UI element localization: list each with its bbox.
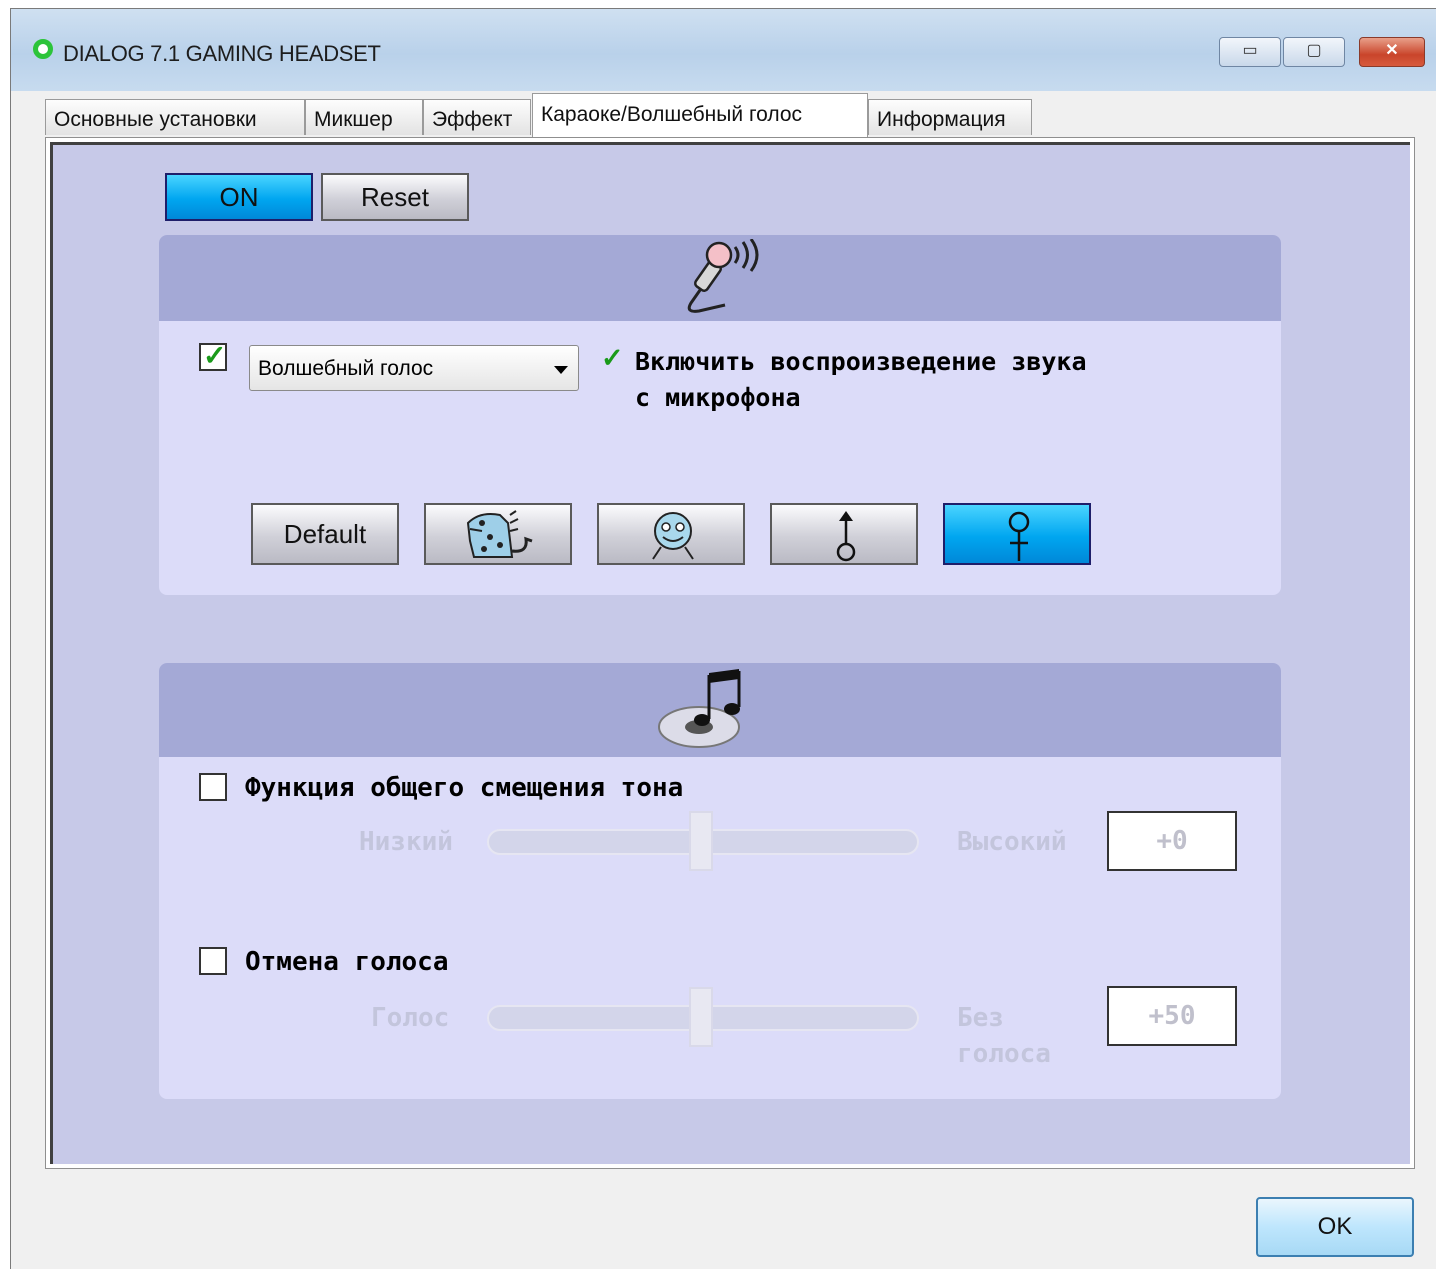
microphone-icon xyxy=(687,239,759,313)
karaoke-panel: ON Reset ✓ Волшебный голос ✓ Включить во… xyxy=(50,142,1410,1164)
playback-check-icon[interactable]: ✓ xyxy=(601,343,624,374)
pitch-high-label: Высокий xyxy=(957,827,1067,857)
karaoke-group: Функция общего смещения тона Низкий Высо… xyxy=(159,663,1281,1099)
tab-panel: ON Reset ✓ Волшебный голос ✓ Включить во… xyxy=(45,137,1415,1169)
reset-button[interactable]: Reset xyxy=(321,173,469,221)
cartoon-face-icon xyxy=(652,512,694,560)
pitch-slider-thumb[interactable] xyxy=(689,811,713,871)
vocal-slider-thumb[interactable] xyxy=(689,987,713,1047)
chevron-down-icon xyxy=(554,366,568,374)
magic-voice-header xyxy=(159,235,1281,321)
playback-label-line2[interactable]: с микрофона xyxy=(635,383,801,412)
minimize-button[interactable]: ▭ xyxy=(1219,37,1281,67)
playback-label-line1[interactable]: Включить воспроизведение звука xyxy=(635,347,1087,376)
pitch-shift-label[interactable]: Функция общего смещения тона xyxy=(245,773,683,803)
monster-icon xyxy=(466,510,533,558)
maximize-button[interactable]: ▢ xyxy=(1283,37,1345,67)
preset-monster-button[interactable] xyxy=(424,503,572,565)
voice-mode-select[interactable]: Волшебный голос xyxy=(249,345,579,391)
vocal-cancel-label[interactable]: Отмена голоса xyxy=(245,947,449,977)
karaoke-header xyxy=(159,663,1281,757)
close-button[interactable]: ✕ xyxy=(1359,37,1425,67)
preset-male-button[interactable] xyxy=(770,503,918,565)
preset-female-button[interactable] xyxy=(943,503,1091,565)
vocal-cancel-checkbox[interactable] xyxy=(199,947,227,975)
tab-basic-settings[interactable]: Основные установки xyxy=(45,99,305,135)
music-disc-icon xyxy=(658,669,741,748)
window-title: DIALOG 7.1 GAMING HEADSET xyxy=(63,41,381,66)
preset-cartoon-button[interactable] xyxy=(597,503,745,565)
tab-information[interactable]: Информация xyxy=(868,99,1032,135)
on-button[interactable]: ON xyxy=(165,173,313,221)
app-window: DIALOG 7.1 GAMING HEADSET ▭ ▢ ✕ Основные… xyxy=(10,8,1436,1269)
app-logo-icon xyxy=(33,39,53,59)
male-symbol-icon xyxy=(836,511,856,562)
ok-button[interactable]: OK xyxy=(1256,1197,1414,1257)
tab-mixer[interactable]: Микшер xyxy=(305,99,423,135)
vocal-low-label: Голос xyxy=(371,1003,450,1033)
tab-karaoke-magic-voice[interactable]: Караоке/Волшебный голос xyxy=(532,93,868,137)
title-bar[interactable]: DIALOG 7.1 GAMING HEADSET ▭ ▢ ✕ xyxy=(11,9,1436,91)
vocal-high-label-line1: Без xyxy=(957,1003,1004,1033)
vocal-high-label-line2: голоса xyxy=(957,1039,1051,1069)
checkmark-icon: ✓ xyxy=(203,340,227,371)
vocal-value-box: +50 xyxy=(1107,986,1237,1046)
pitch-value-box: +0 xyxy=(1107,811,1237,871)
magic-voice-checkbox[interactable]: ✓ xyxy=(199,340,227,371)
magic-voice-group: ✓ Волшебный голос ✓ Включить воспроизвед… xyxy=(159,235,1281,595)
voice-mode-value: Волшебный голос xyxy=(258,357,434,380)
pitch-low-label: Низкий xyxy=(359,827,453,857)
preset-default-button[interactable]: Default xyxy=(251,503,399,565)
tab-effect[interactable]: Эффект xyxy=(423,99,531,135)
pitch-shift-checkbox[interactable] xyxy=(199,773,227,801)
female-symbol-icon xyxy=(1008,511,1030,561)
